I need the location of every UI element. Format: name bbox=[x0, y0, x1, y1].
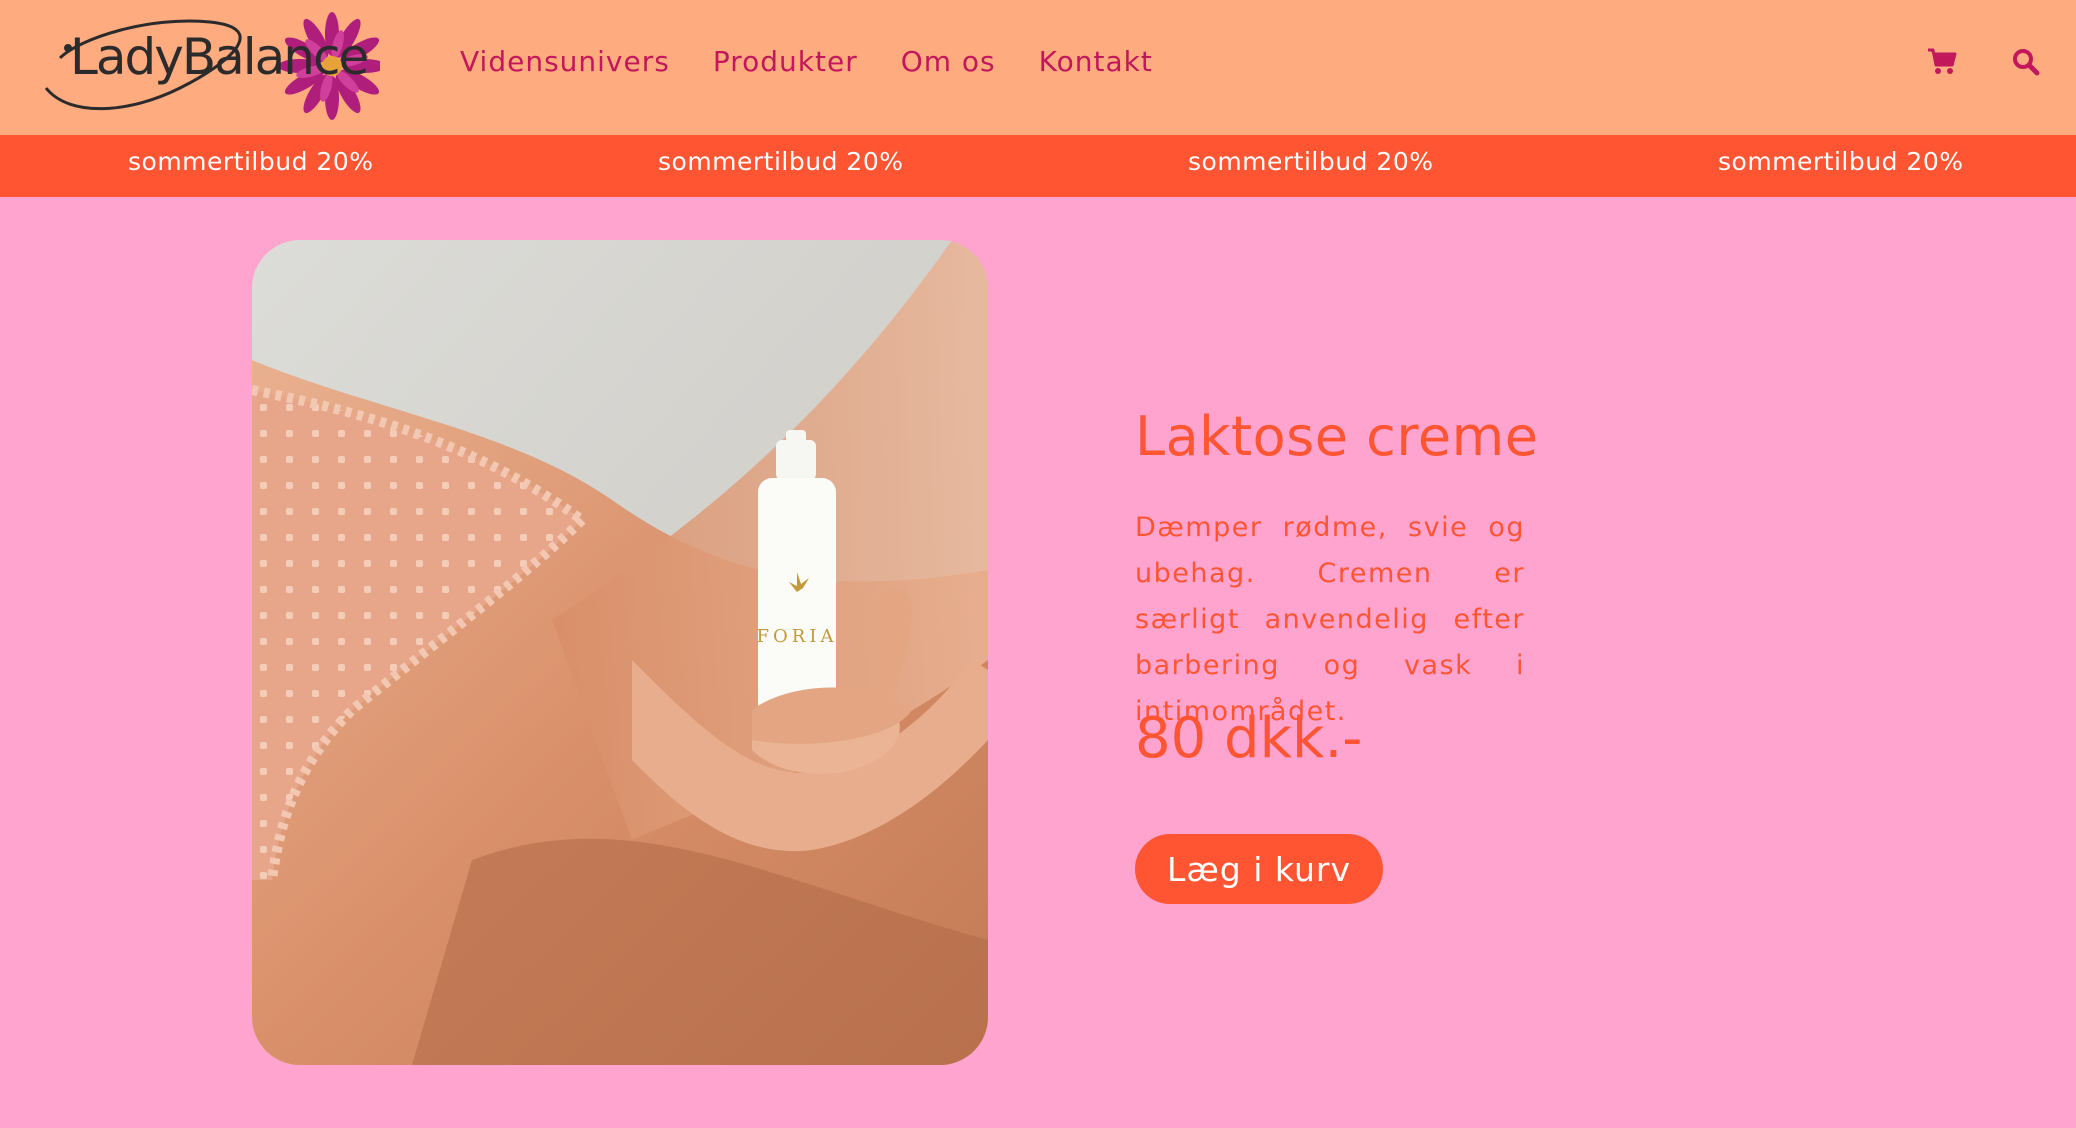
product-price: 80 dkk.- bbox=[1135, 706, 1363, 771]
product-image: FORIA bbox=[252, 240, 988, 1065]
product-description: Dæmper rødme, svie og ubehag. Cremen er … bbox=[1135, 512, 1525, 727]
logo-text: LadyBalance bbox=[70, 28, 369, 86]
site-header: LadyBalance Vidensunivers Produkter Om o… bbox=[0, 0, 2076, 135]
nav-item-kontakt[interactable]: Kontakt bbox=[1039, 45, 1153, 78]
search-icon bbox=[2013, 49, 2040, 76]
promo-text: sommertilbud 20% bbox=[1188, 147, 1434, 176]
promo-text: sommertilbud 20% bbox=[658, 147, 904, 176]
promo-banner: sommertilbud 20% sommertilbud 20% sommer… bbox=[0, 135, 2076, 197]
main-nav: Vidensunivers Produkter Om os Kontakt bbox=[460, 45, 1196, 78]
add-to-cart-button[interactable]: Læg i kurv bbox=[1135, 834, 1383, 904]
nav-item-vidensunivers[interactable]: Vidensunivers bbox=[460, 45, 670, 78]
cart-button[interactable] bbox=[1924, 44, 1960, 80]
product-photo: FORIA bbox=[252, 240, 988, 1065]
nav-item-produkter[interactable]: Produkter bbox=[713, 45, 858, 78]
promo-text: sommertilbud 20% bbox=[128, 147, 374, 176]
brand-logo[interactable]: LadyBalance bbox=[40, 8, 380, 126]
search-button[interactable] bbox=[2008, 44, 2044, 80]
product-title: Laktose creme bbox=[1135, 405, 1539, 468]
shopping-cart-icon bbox=[1928, 48, 1957, 74]
promo-text: sommertilbud 20% bbox=[1718, 147, 1964, 176]
svg-text:FORIA: FORIA bbox=[757, 626, 838, 647]
nav-item-om-os[interactable]: Om os bbox=[901, 45, 996, 78]
